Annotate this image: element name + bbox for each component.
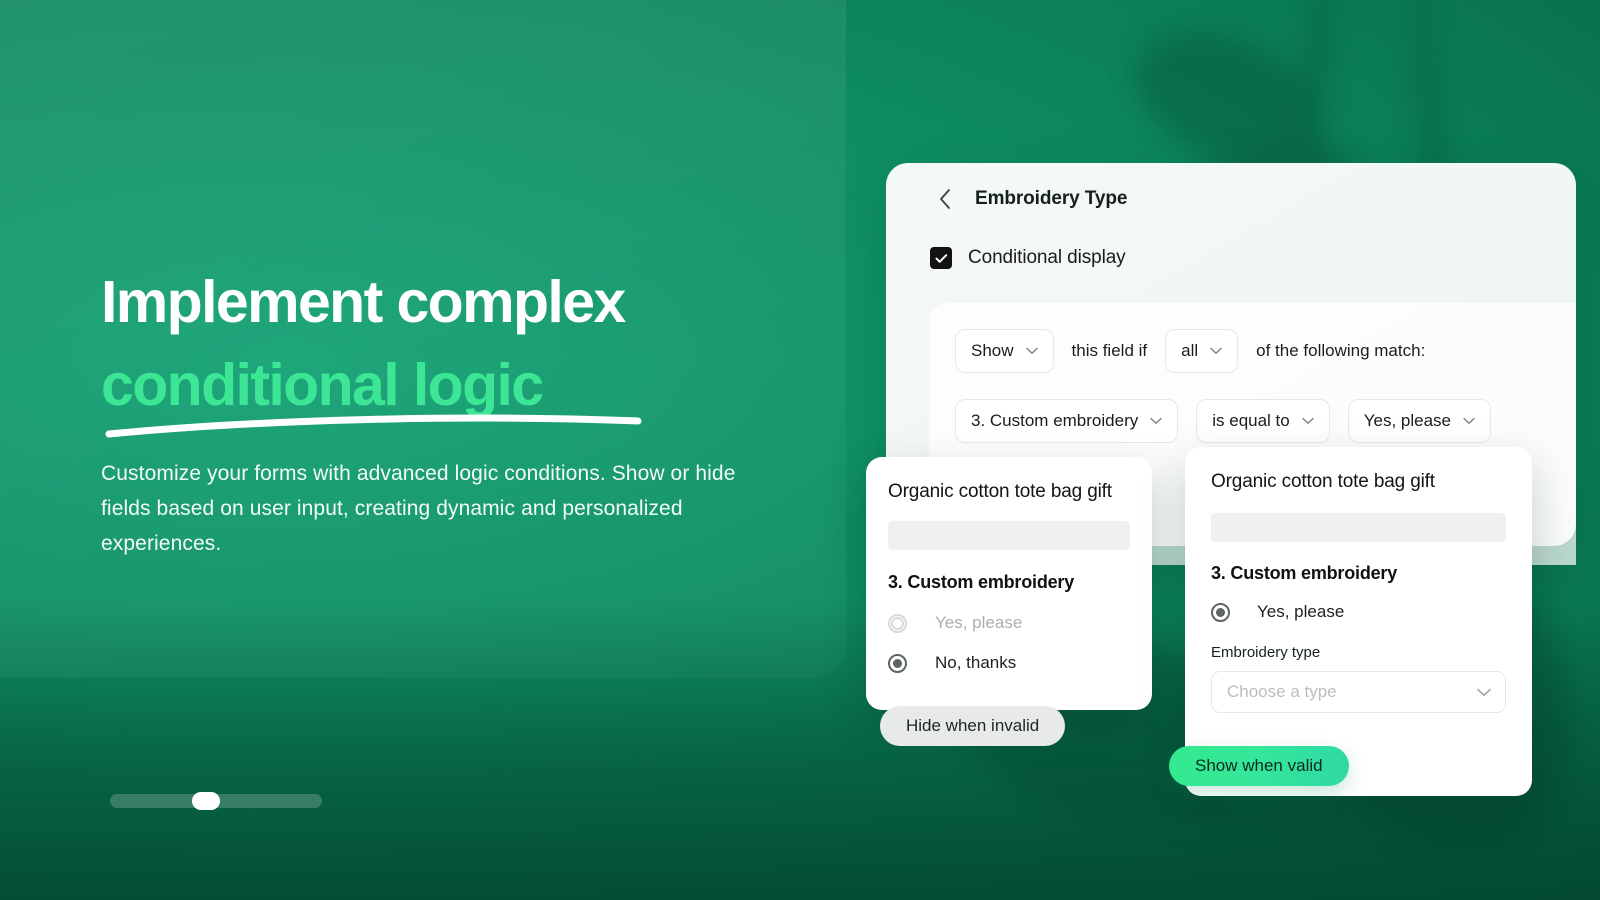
condition-value-text: Yes, please xyxy=(1363,411,1452,430)
radio-unselected-icon[interactable] xyxy=(888,613,907,633)
match-select[interactable]: all xyxy=(1165,329,1239,373)
chevron-down-icon xyxy=(1477,688,1491,697)
rule-text-following-match: of the following match: xyxy=(1256,341,1426,360)
conditional-display-label: Conditional display xyxy=(968,247,1126,268)
preview-valid-option-yes[interactable]: Yes, please xyxy=(1211,602,1506,622)
conditional-display-row[interactable]: Conditional display xyxy=(886,211,1576,269)
chevron-down-icon xyxy=(1463,417,1475,425)
condition-operator-select[interactable]: is equal to xyxy=(1196,399,1330,443)
chevron-down-icon xyxy=(1150,417,1162,425)
rule-line-primary: Show this field if all of the following … xyxy=(955,329,1576,373)
preview-invalid-title: Organic cotton tote bag gift xyxy=(888,481,1112,502)
chevron-down-icon xyxy=(1302,417,1314,425)
preview-invalid-option-no-label: No, thanks xyxy=(935,653,1017,672)
preview-card-valid: Organic cotton tote bag gift 3. Custom e… xyxy=(1185,447,1532,796)
badge-hide-when-invalid: Hide when invalid xyxy=(880,706,1066,746)
action-select[interactable]: Show xyxy=(955,329,1054,373)
rule-text-this-field-if: this field if xyxy=(1071,341,1148,360)
preview-invalid-option-yes-label: Yes, please xyxy=(935,613,1023,632)
preview-card-invalid: Organic cotton tote bag gift 3. Custom e… xyxy=(866,457,1152,710)
condition-operator-value: is equal to xyxy=(1212,411,1290,430)
action-select-value: Show xyxy=(971,341,1014,360)
preview-invalid-option-yes[interactable]: Yes, please xyxy=(888,613,1130,633)
radio-selected-icon[interactable] xyxy=(1211,602,1230,622)
embroidery-type-label: Embroidery type xyxy=(1211,644,1321,661)
panel-title: Embroidery Type xyxy=(975,188,1128,209)
preview-invalid-input-stub[interactable] xyxy=(888,521,1130,550)
panel-header: Embroidery Type xyxy=(886,163,1576,211)
embroidery-type-select[interactable]: Choose a type xyxy=(1211,671,1506,713)
match-select-value: all xyxy=(1181,341,1199,360)
preview-valid-input-stub[interactable] xyxy=(1211,513,1506,542)
headline-underline xyxy=(105,412,645,438)
hero-screenshot: Implement complex conditional logic Cust… xyxy=(0,0,1600,900)
headline-line-2: conditional logic xyxy=(101,351,544,418)
preview-invalid-option-no[interactable]: No, thanks xyxy=(888,653,1130,673)
chevron-down-icon xyxy=(1210,347,1222,355)
hero-copy: Implement complex conditional logic Cust… xyxy=(101,272,821,561)
rule-line-condition: 3. Custom embroidery is equal to Yes, pl… xyxy=(955,399,1576,443)
radio-selected-icon[interactable] xyxy=(888,653,907,673)
conditional-display-checkbox[interactable] xyxy=(930,247,952,269)
hero-description: Customize your forms with advanced logic… xyxy=(101,461,736,555)
preview-valid-title: Organic cotton tote bag gift xyxy=(1211,471,1435,492)
preview-valid-option-yes-label: Yes, please xyxy=(1257,602,1345,621)
preview-invalid-question: 3. Custom embroidery xyxy=(888,572,1075,592)
chevron-down-icon xyxy=(1025,347,1038,355)
condition-value-select[interactable]: Yes, please xyxy=(1347,399,1492,443)
embroidery-type-placeholder: Choose a type xyxy=(1227,682,1337,701)
condition-field-select[interactable]: 3. Custom embroidery xyxy=(955,399,1179,443)
carousel-progress-track[interactable] xyxy=(110,792,322,810)
preview-valid-question: 3. Custom embroidery xyxy=(1211,563,1398,583)
page-title: Implement complex conditional logic xyxy=(101,272,821,416)
badge-show-when-valid: Show when valid xyxy=(1169,746,1349,786)
headline-line-1: Implement complex xyxy=(101,269,626,335)
condition-field-value: 3. Custom embroidery xyxy=(971,411,1139,430)
chevron-left-icon[interactable] xyxy=(933,187,957,211)
carousel-progress-thumb[interactable] xyxy=(192,792,220,810)
